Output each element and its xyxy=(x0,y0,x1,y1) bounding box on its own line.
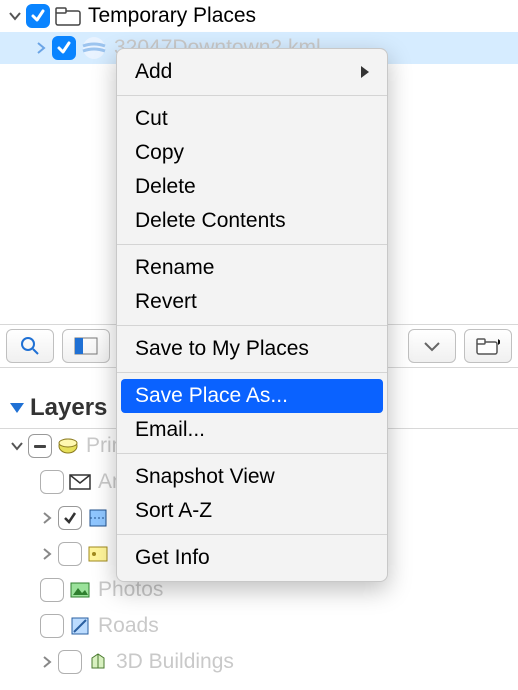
menu-item-label: Save to My Places xyxy=(135,337,309,361)
menu-snapshot-view[interactable]: Snapshot View xyxy=(117,460,387,494)
chevron-right-icon xyxy=(40,511,54,525)
chevron-down-icon xyxy=(8,9,22,23)
layers-3d-row[interactable]: 3D Buildings xyxy=(0,644,518,680)
menu-item-label: Sort A-Z xyxy=(135,499,212,523)
layers-header-label: Layers xyxy=(30,394,107,422)
photos-icon xyxy=(68,580,92,600)
places-root-row[interactable]: Temporary Places xyxy=(0,0,518,32)
more-button[interactable] xyxy=(408,329,456,363)
menu-item-label: Get Info xyxy=(135,546,210,570)
chevron-right-icon xyxy=(40,547,54,561)
menu-add[interactable]: Add xyxy=(117,55,387,89)
menu-item-label: Save Place As... xyxy=(135,384,288,408)
menu-revert[interactable]: Revert xyxy=(117,285,387,319)
menu-item-label: Email... xyxy=(135,418,205,442)
menu-separator xyxy=(117,95,387,96)
menu-delete-contents[interactable]: Delete Contents xyxy=(117,204,387,238)
context-menu: Add Cut Copy Delete Delete Contents Rena… xyxy=(116,48,388,582)
layer-label: Roads xyxy=(98,614,159,638)
menu-separator xyxy=(117,534,387,535)
layer-checkbox[interactable] xyxy=(58,542,82,566)
borders-icon xyxy=(86,508,110,528)
database-icon xyxy=(56,436,80,456)
menu-separator xyxy=(117,325,387,326)
layer-checkbox[interactable] xyxy=(58,506,82,530)
menu-item-label: Copy xyxy=(135,141,184,165)
menu-item-label: Rename xyxy=(135,256,214,280)
layers-roads-row[interactable]: Roads xyxy=(0,608,518,644)
chevron-down-icon xyxy=(10,439,24,453)
menu-cut[interactable]: Cut xyxy=(117,102,387,136)
menu-item-label: Cut xyxy=(135,107,168,131)
places-icon xyxy=(86,544,110,564)
menu-delete[interactable]: Delete xyxy=(117,170,387,204)
layer-checkbox[interactable] xyxy=(40,614,64,638)
mail-icon xyxy=(68,472,92,492)
menu-sort-az[interactable]: Sort A-Z xyxy=(117,494,387,528)
menu-item-label: Delete xyxy=(135,175,196,199)
disclosure-triangle-icon xyxy=(10,403,24,413)
menu-item-label: Delete Contents xyxy=(135,209,286,233)
menu-separator xyxy=(117,244,387,245)
style-button[interactable] xyxy=(62,329,110,363)
menu-save-place-as[interactable]: Save Place As... xyxy=(121,379,383,413)
menu-rename[interactable]: Rename xyxy=(117,251,387,285)
layer-checkbox[interactable] xyxy=(40,578,64,602)
chevron-right-icon xyxy=(40,655,54,669)
menu-email[interactable]: Email... xyxy=(117,413,387,447)
places-root-checkbox[interactable] xyxy=(26,4,50,28)
menu-item-label: Revert xyxy=(135,290,197,314)
menu-item-label: Snapshot View xyxy=(135,465,275,489)
kml-icon xyxy=(80,37,108,59)
places-kml-checkbox[interactable] xyxy=(52,36,76,60)
folder-icon xyxy=(54,5,82,27)
layer-checkbox[interactable] xyxy=(58,650,82,674)
layer-label: 3D Buildings xyxy=(116,650,234,674)
open-button[interactable] xyxy=(464,329,512,363)
submenu-arrow-icon xyxy=(361,66,369,78)
layer-checkbox[interactable] xyxy=(40,470,64,494)
roads-icon xyxy=(68,616,92,636)
places-root-label: Temporary Places xyxy=(88,4,256,28)
menu-separator xyxy=(117,453,387,454)
chevron-right-icon xyxy=(34,41,48,55)
search-button[interactable] xyxy=(6,329,54,363)
menu-save-to-my-places[interactable]: Save to My Places xyxy=(117,332,387,366)
buildings-icon xyxy=(86,652,110,672)
layer-checkbox[interactable] xyxy=(28,434,52,458)
menu-get-info[interactable]: Get Info xyxy=(117,541,387,575)
menu-copy[interactable]: Copy xyxy=(117,136,387,170)
menu-item-label: Add xyxy=(135,60,172,84)
menu-separator xyxy=(117,372,387,373)
